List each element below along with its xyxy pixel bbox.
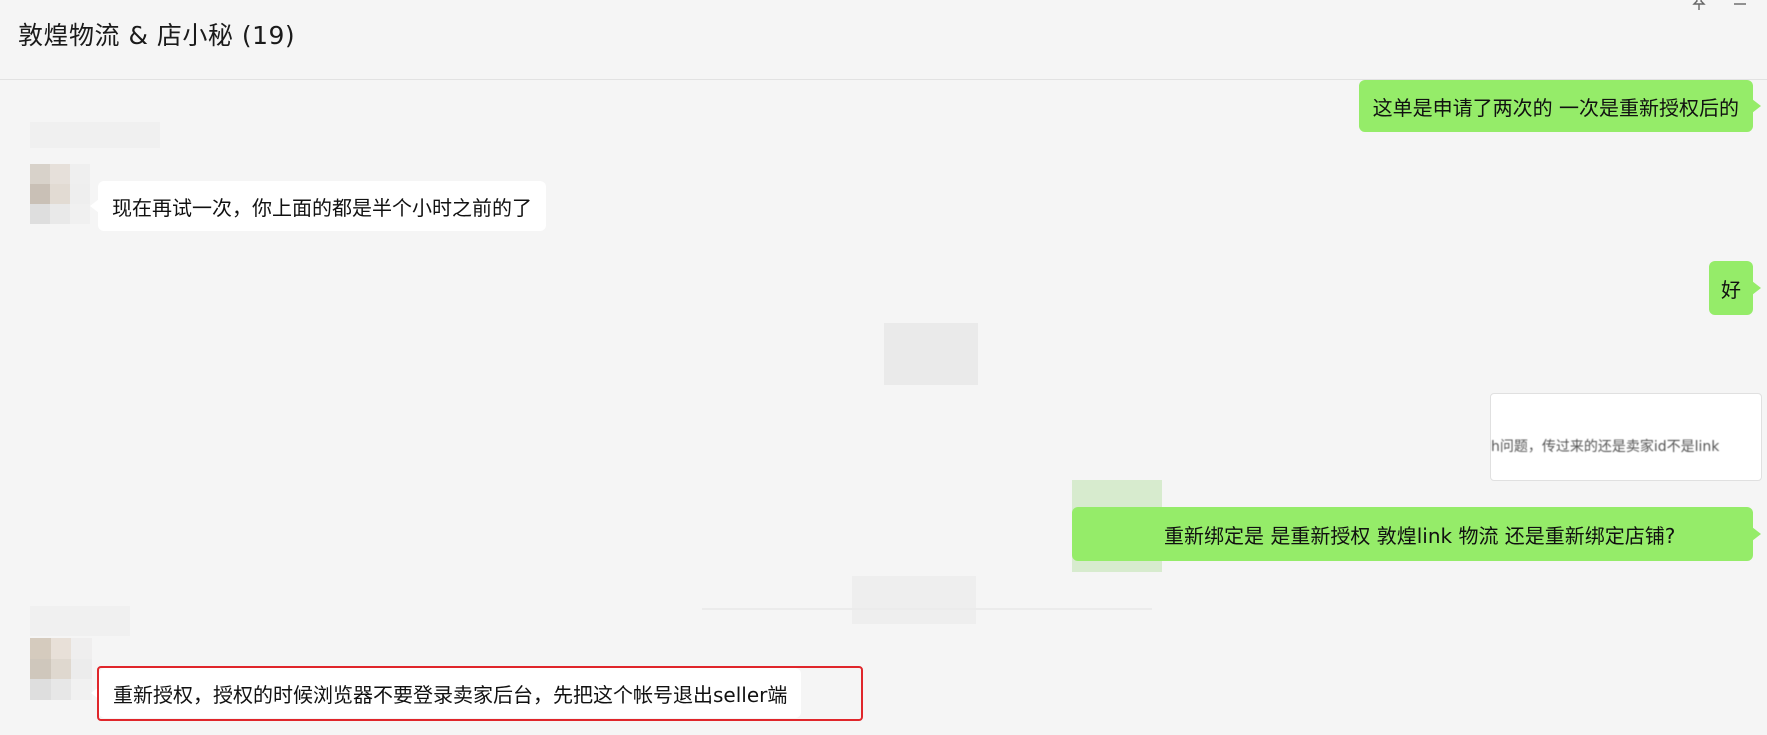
- chat-header: 敦煌物流 & 店小秘 (19): [0, 0, 1767, 80]
- message-bubble-outgoing[interactable]: 重新绑定是 是重新授权 敦煌link 物流 还是重新绑定店铺?: [1072, 507, 1761, 561]
- blurred-region: [852, 576, 976, 624]
- contact-avatar[interactable]: [30, 638, 92, 700]
- message-text: 重新绑定是 是重新授权 敦煌link 物流 还是重新绑定店铺?: [1164, 523, 1676, 548]
- highlight-box: [97, 666, 863, 721]
- blurred-region: [30, 122, 160, 148]
- blurred-region: [30, 606, 130, 636]
- blurred-region: [884, 323, 978, 385]
- quoted-image-text: h问题，传过来的还是卖家id不是link: [1491, 439, 1720, 455]
- pin-icon[interactable]: [1691, 0, 1707, 14]
- contact-avatar[interactable]: [30, 164, 90, 224]
- message-bubble-incoming[interactable]: 现在再试一次，你上面的都是半个小时之前的了: [90, 181, 546, 231]
- chat-title: 敦煌物流 & 店小秘 (19): [18, 21, 296, 50]
- message-bubble-outgoing[interactable]: 好: [1709, 261, 1761, 315]
- message-list[interactable]: 这单是申请了两次的 一次是重新授权后的 现在再试一次，你上面的都是半个小时之前的…: [0, 80, 1767, 735]
- minimize-icon[interactable]: [1733, 0, 1747, 14]
- message-text: 好: [1721, 277, 1741, 302]
- quoted-image-card[interactable]: h问题，传过来的还是卖家id不是link: [1490, 393, 1762, 481]
- message-bubble-outgoing[interactable]: 这单是申请了两次的 一次是重新授权后的: [1358, 80, 1762, 132]
- message-text: 现在再试一次，你上面的都是半个小时之前的了: [112, 195, 532, 220]
- message-text: 这单是申请了两次的 一次是重新授权后的: [1372, 95, 1739, 120]
- chat-window: 敦煌物流 & 店小秘 (19) 这单是申请了两次的 一次是重新授权后的 现在再试…: [0, 0, 1767, 735]
